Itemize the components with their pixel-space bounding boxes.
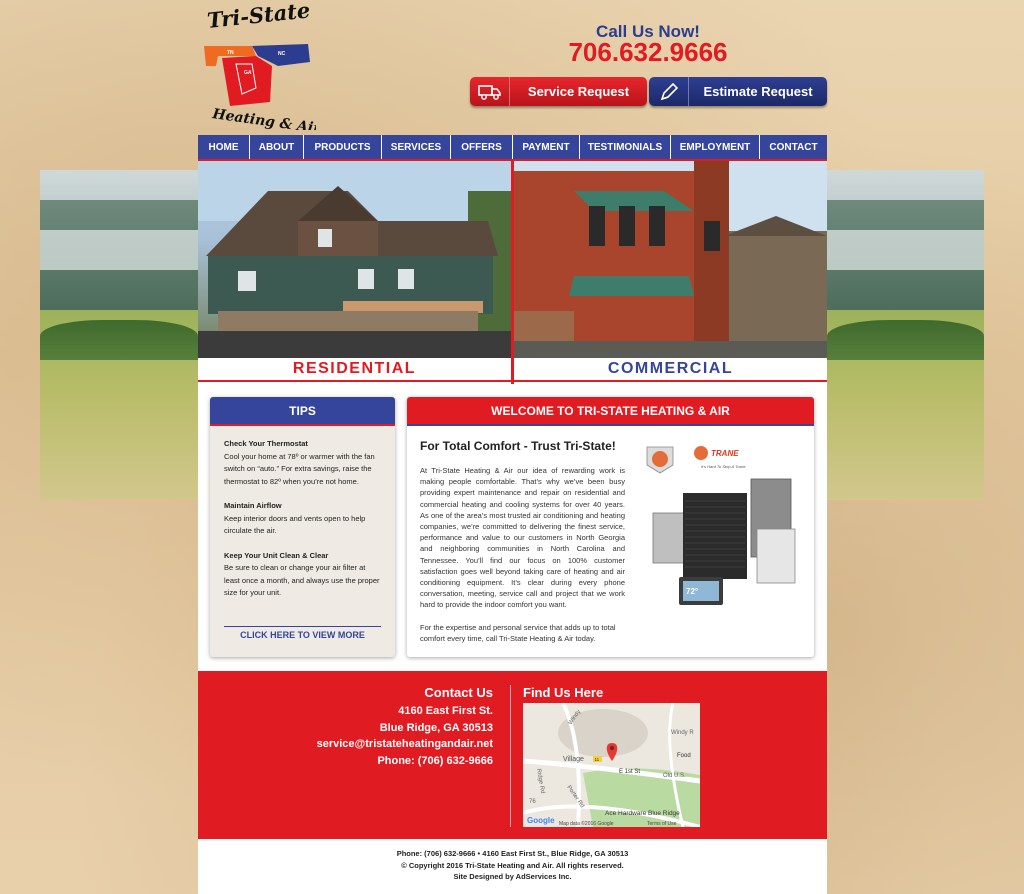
map-label-windy-right: Windy R (671, 730, 694, 736)
nav-home[interactable]: HOME (198, 135, 250, 159)
content-section: TIPS Check Your Thermostat Cool your hom… (198, 384, 827, 671)
nav-offers[interactable]: OFFERS (451, 135, 513, 159)
google-logo: Google (527, 816, 555, 825)
map-attribution: Map data ©2016 Google (559, 820, 614, 827)
nav-services[interactable]: SERVICES (382, 135, 451, 159)
contact-band: Contact Us 4160 East First St. Blue Ridg… (198, 671, 827, 839)
tip-title: Keep Your Unit Clean & Clear (224, 550, 329, 560)
residential-image[interactable] (198, 161, 511, 358)
welcome-subtitle: For Total Comfort - Trust Tri-State! (420, 439, 616, 453)
hero-section: RESIDENTIAL COMMERCIAL (198, 161, 827, 384)
welcome-paragraph: At Tri-State Heating & Air our idea of r… (420, 466, 625, 610)
contact-street: 4160 East First St. (398, 705, 493, 717)
welcome-closing-paragraph: For the expertise and personal service t… (420, 623, 616, 643)
contact-divider (510, 685, 511, 827)
welcome-panel: WELCOME TO TRI-STATE HEATING & AIR For T… (407, 397, 814, 657)
nav-about[interactable]: ABOUT (250, 135, 304, 159)
contact-email[interactable]: service@tristateheatingandair.net (317, 736, 493, 753)
commercial-label[interactable]: COMMERCIAL (514, 358, 827, 382)
ac-unit (683, 493, 747, 579)
landscape-left (40, 170, 198, 500)
nav-contact[interactable]: CONTACT (760, 135, 827, 159)
pencil-icon (649, 77, 689, 106)
logo-state-tn: TN (227, 50, 234, 56)
tip-title: Maintain Airflow (224, 501, 282, 510)
tip-text: Keep interior doors and vents open to he… (224, 513, 366, 536)
map-label-route: 76 (529, 799, 536, 805)
trane-logo-icon (694, 446, 708, 460)
phone-number[interactable]: 706.632.9666 (553, 37, 743, 68)
nav-products[interactable]: PRODUCTS (304, 135, 382, 159)
map-label-old-us: Old U.S. (663, 773, 686, 779)
footer-contact-line: Phone: (706) 632-9666 • 4160 East First … (396, 849, 629, 858)
service-request-label: Service Request (527, 84, 630, 99)
map-label-route-shield: 11 (595, 757, 600, 762)
residential-label[interactable]: RESIDENTIAL (198, 358, 511, 382)
company-logo[interactable]: Tri-State TN NC GA Heating & Air (198, 4, 316, 130)
logo-state-ga: GA (244, 70, 252, 76)
trane-tagline: It’s Hard To Stop A Trane. (701, 464, 746, 469)
footer-copyright: © Copyright 2016 Tri-State Heating and A… (401, 860, 624, 870)
map-label-first-st: E 1st St (619, 769, 640, 775)
trane-brand: TRANE (711, 449, 739, 458)
tip-title: Check Your Thermostat (224, 439, 308, 448)
logo-text-bottom: Heating & Air (210, 106, 316, 130)
landscape-right (827, 170, 984, 500)
site-footer: Phone: (706) 632-9666 • 4160 East First … (198, 839, 827, 894)
footer-designer-credit[interactable]: Site Designed by AdServices Inc. (198, 871, 827, 883)
tips-panel: TIPS Check Your Thermostat Cool your hom… (210, 397, 395, 657)
welcome-title: WELCOME TO TRI-STATE HEATING & AIR (407, 397, 814, 426)
nav-employment[interactable]: EMPLOYMENT (671, 135, 760, 159)
nav-payment[interactable]: PAYMENT (513, 135, 580, 159)
page-container: Tri-State TN NC GA Heating & Air Call Us… (198, 0, 827, 894)
tips-title: TIPS (210, 397, 395, 426)
truck-icon (470, 77, 510, 106)
contact-city: Blue Ridge, GA 30513 (379, 721, 493, 734)
find-us-title: Find Us Here (523, 685, 604, 700)
tip-text: Be sure to clean or change your air filt… (224, 563, 380, 597)
view-more-tips-link[interactable]: CLICK HERE TO VIEW MORE (224, 626, 381, 640)
main-nav: HOME ABOUT PRODUCTS SERVICES OFFERS PAYM… (198, 135, 827, 161)
estimate-request-button[interactable]: Estimate Request (649, 77, 827, 106)
logo-state-nc: NC (278, 51, 286, 57)
location-map[interactable]: Windy Windy R Food Village 11 E 1st St O… (523, 703, 700, 827)
map-terms-link: Terms of Use (647, 821, 677, 827)
contact-phone[interactable]: Phone: (706) 632-9666 (317, 753, 493, 770)
tip-text: Cool your home at 78º or warmer with the… (224, 451, 375, 486)
contact-title: Contact Us (424, 685, 493, 700)
map-label-food: Food (677, 753, 691, 759)
contact-info: Contact Us 4160 East First St. Blue Ridg… (317, 685, 493, 769)
nav-testimonials[interactable]: TESTIMONIALS (580, 135, 671, 159)
map-label-ace: Ace Hardware Blue Ridge (605, 810, 680, 817)
logo-text-top: Tri-State (206, 4, 311, 33)
service-request-button[interactable]: Service Request (470, 77, 647, 106)
trane-products-image: TRANE It’s Hard To Stop A Trane. 72° (646, 446, 796, 605)
estimate-request-label: Estimate Request (703, 84, 813, 99)
thermostat-reading: 72° (686, 587, 698, 596)
commercial-image[interactable] (514, 161, 827, 358)
map-label-village: Village (563, 756, 584, 763)
